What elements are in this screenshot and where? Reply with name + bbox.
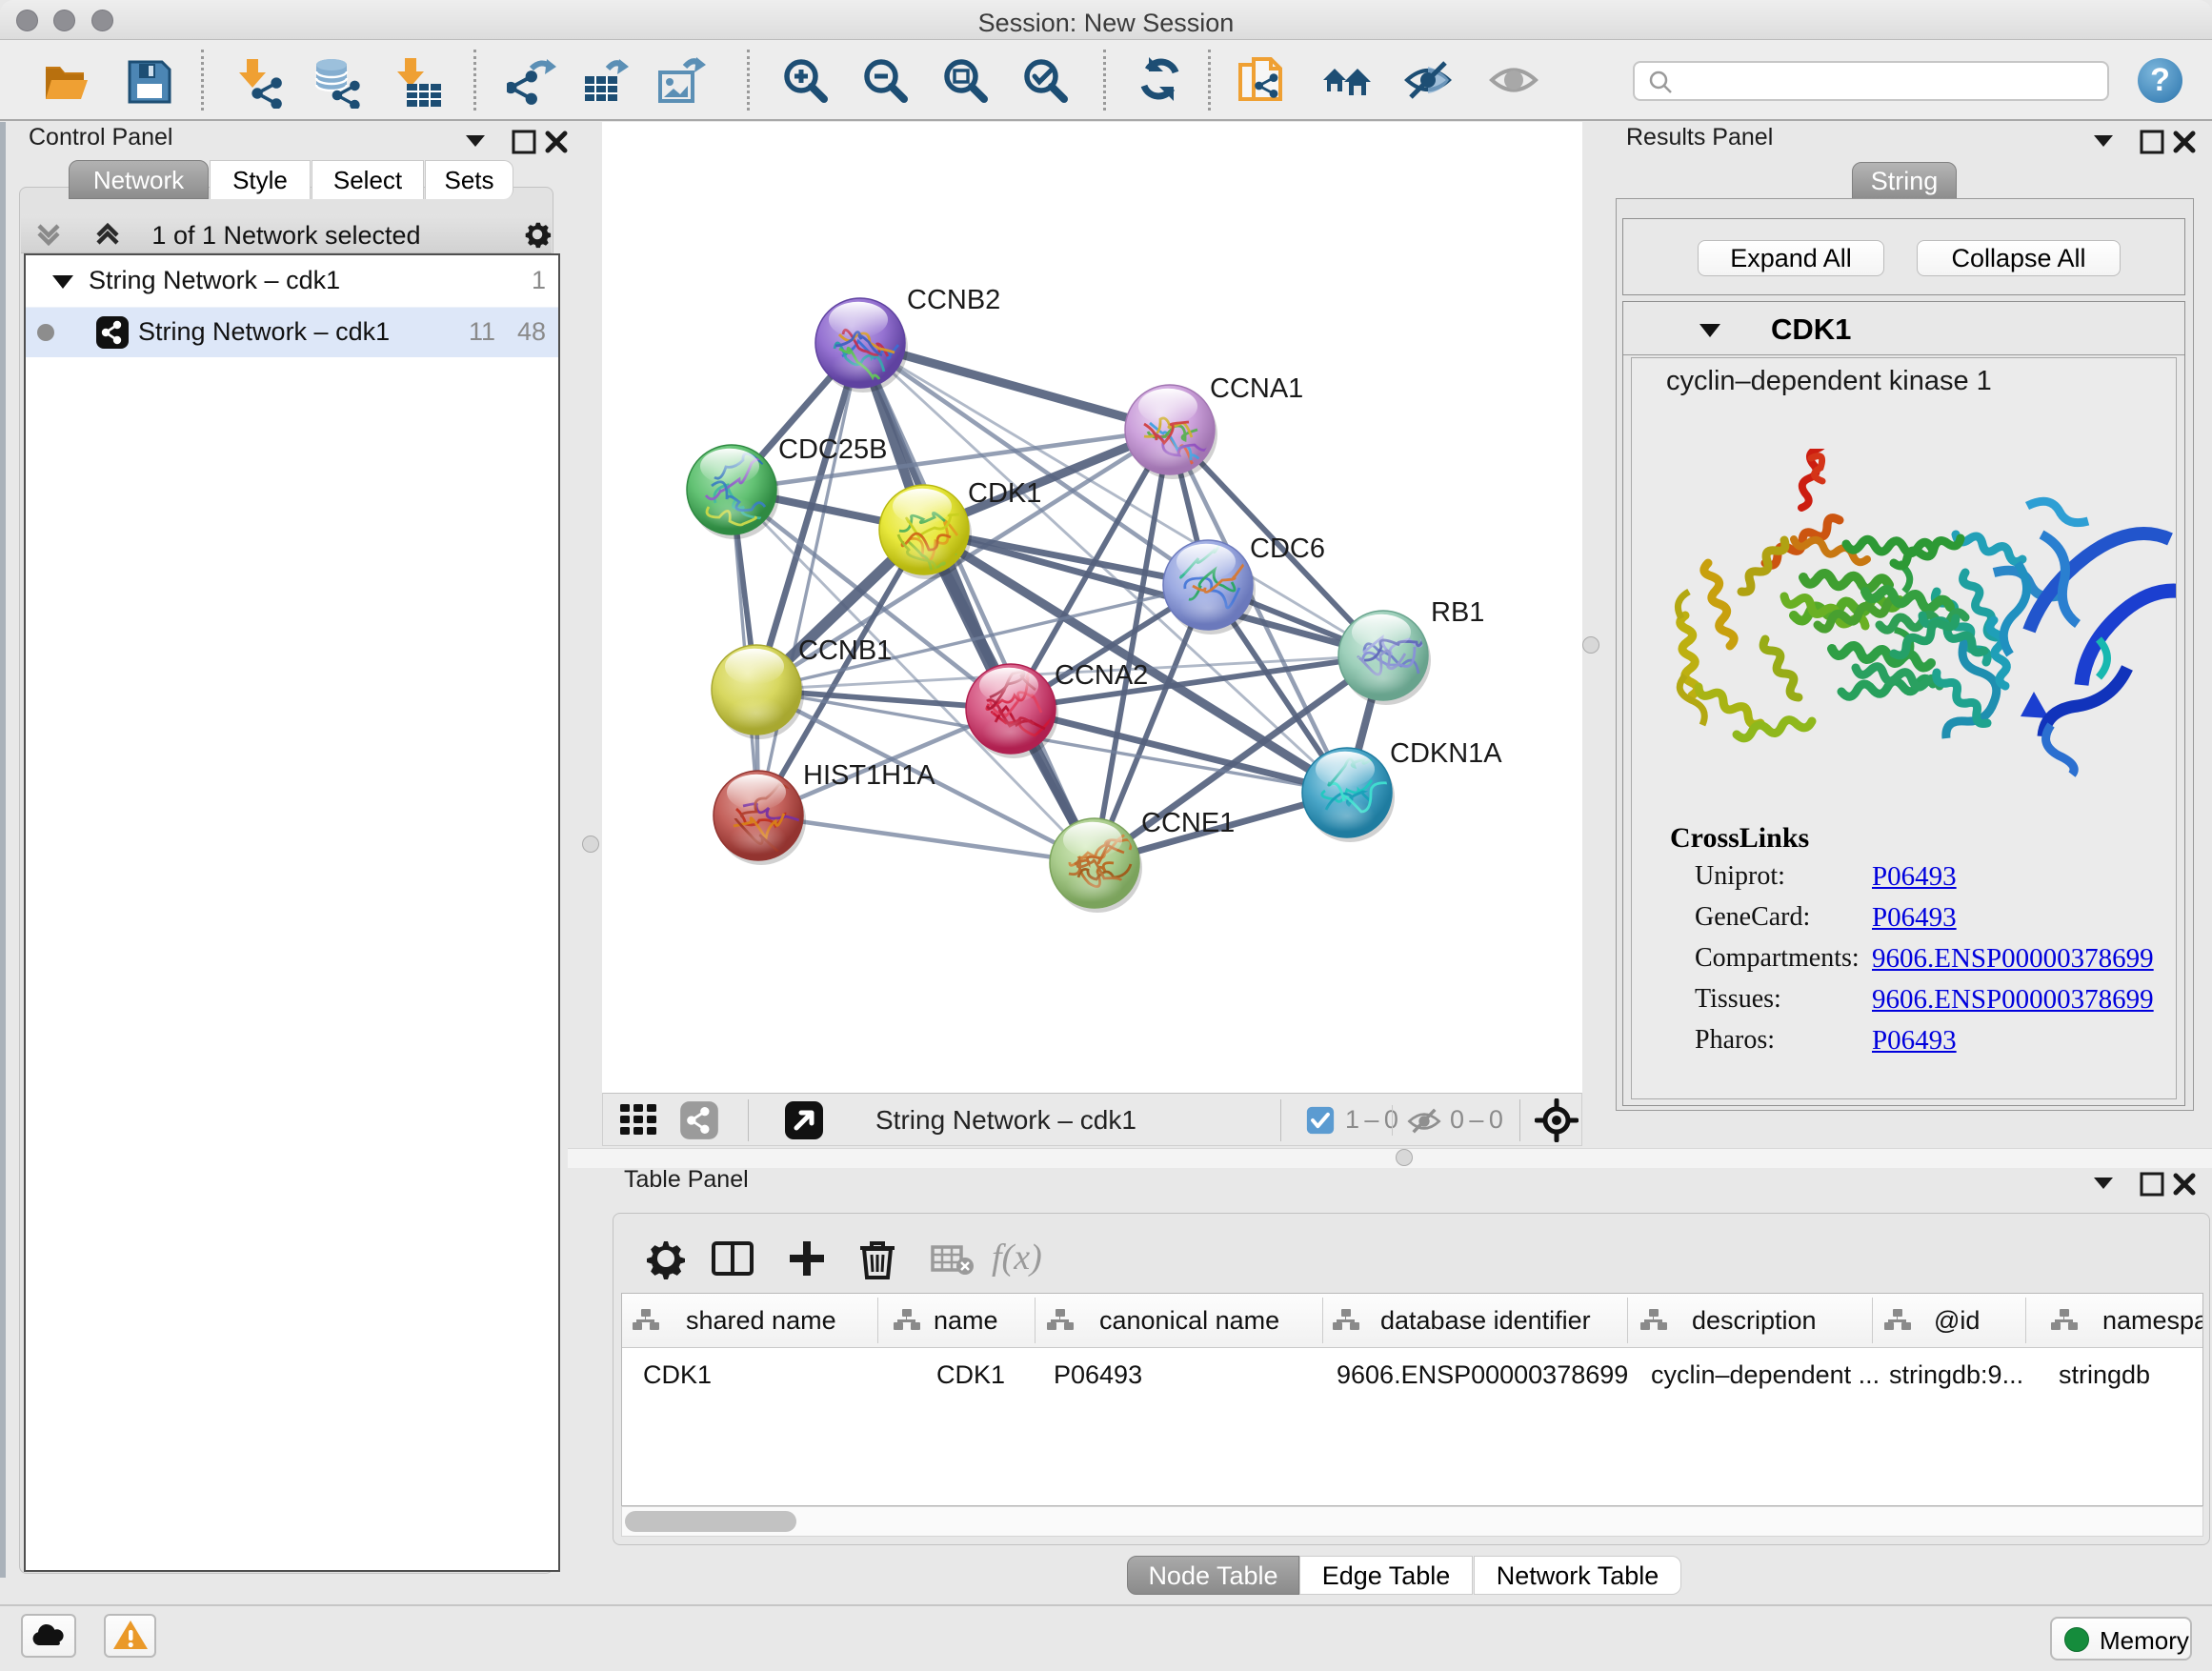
svg-text:CCNE1: CCNE1 <box>1141 808 1235 838</box>
svg-text:CCNB1: CCNB1 <box>798 635 892 666</box>
svg-text:HIST1H1A: HIST1H1A <box>803 760 935 791</box>
svg-text:CCNA1: CCNA1 <box>1210 373 1303 404</box>
svg-text:CDKN1A: CDKN1A <box>1390 738 1502 769</box>
svg-text:RB1: RB1 <box>1431 597 1484 628</box>
svg-text:CDC25B: CDC25B <box>778 434 887 465</box>
svg-text:CCNA2: CCNA2 <box>1055 660 1148 691</box>
svg-text:CDC6: CDC6 <box>1250 534 1325 564</box>
svg-text:CDK1: CDK1 <box>968 478 1041 509</box>
svg-text:CCNB2: CCNB2 <box>907 285 1000 315</box>
